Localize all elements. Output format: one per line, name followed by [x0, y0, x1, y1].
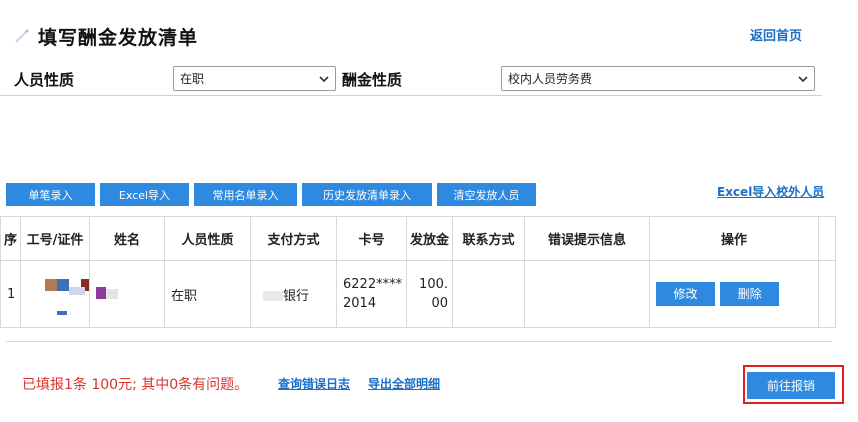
- clear-payees-button[interactable]: 清空发放人员: [437, 183, 536, 206]
- row-index: 1: [0, 260, 21, 328]
- col-contact: 联系方式: [452, 216, 525, 261]
- export-all-link[interactable]: 导出全部明细: [368, 375, 440, 392]
- row-person-nature: 在职: [164, 260, 251, 328]
- payee-table: 序 工号/证件 姓名 人员性质 支付方式 卡号 发放金 联系方式 错误提示信息 …: [0, 216, 836, 328]
- chevron-down-icon: [319, 75, 329, 82]
- person-nature-value: 在职: [180, 72, 205, 86]
- col-person-nature: 人员性质: [164, 216, 251, 261]
- single-entry-button[interactable]: 单笔录入: [6, 183, 95, 206]
- redacted-bank-prefix: [263, 291, 283, 301]
- row-error: [524, 260, 650, 328]
- person-nature-label: 人员性质: [14, 71, 75, 89]
- external-import-link[interactable]: Excel导入校外人员: [717, 183, 824, 200]
- table-header: 序 工号/证件 姓名 人员性质 支付方式 卡号 发放金 联系方式 错误提示信息 …: [0, 216, 836, 261]
- pay-nature-select[interactable]: 校内人员劳务费: [501, 66, 815, 91]
- redacted-name-image: [96, 287, 118, 299]
- edit-button[interactable]: 修改: [656, 282, 715, 306]
- row-card: 6222**** 2014: [336, 260, 407, 328]
- delete-button[interactable]: 删除: [720, 282, 780, 306]
- redacted-id-image: [45, 279, 89, 315]
- query-error-log-link[interactable]: 查询错误日志: [278, 375, 350, 392]
- col-payment: 支付方式: [250, 216, 337, 261]
- row-contact: [452, 260, 525, 328]
- person-nature-select[interactable]: 在职: [173, 66, 336, 91]
- col-name: 姓名: [89, 216, 165, 261]
- col-actions: 操作: [649, 216, 819, 261]
- col-amount: 发放金: [406, 216, 453, 261]
- col-id: 工号/证件: [20, 216, 90, 261]
- page-title: 填写酬金发放清单: [38, 26, 199, 49]
- col-card: 卡号: [336, 216, 407, 261]
- pencil-icon: [15, 29, 29, 43]
- back-home-link[interactable]: 返回首页: [750, 25, 802, 44]
- row-payment: 银行: [250, 260, 337, 328]
- summary-text: 已填报1条 100元; 其中0条有问题。: [22, 377, 249, 393]
- excel-import-button[interactable]: Excel导入: [100, 183, 189, 206]
- pay-nature-value: 校内人员劳务费: [508, 72, 593, 86]
- go-reimburse-button[interactable]: 前往报销: [747, 372, 835, 399]
- common-list-entry-button[interactable]: 常用名单录入: [194, 183, 297, 206]
- pay-nature-label: 酬金性质: [342, 71, 403, 89]
- history-list-entry-button[interactable]: 历史发放清单录入: [302, 183, 432, 206]
- filter-row: 人员性质 在职 酬金性质 校内人员劳务费: [0, 62, 822, 96]
- row-name-redacted: [89, 260, 165, 328]
- col-error: 错误提示信息: [524, 216, 650, 261]
- row-payment-text: 银行: [283, 288, 310, 304]
- title-row: 填写酬金发放清单: [14, 22, 198, 50]
- scroll-gutter: [818, 216, 836, 261]
- table-row: 1 在职 银行 6222**** 2014 100. 00 修改 删除: [0, 260, 836, 328]
- col-index: 序: [0, 216, 21, 261]
- row-id-redacted: [20, 260, 90, 328]
- scroll-gutter-cell: [818, 260, 836, 328]
- row-amount: 100. 00: [406, 260, 453, 328]
- chevron-down-icon: [798, 75, 808, 82]
- divider: [6, 341, 832, 342]
- row-actions: 修改 删除: [649, 260, 819, 328]
